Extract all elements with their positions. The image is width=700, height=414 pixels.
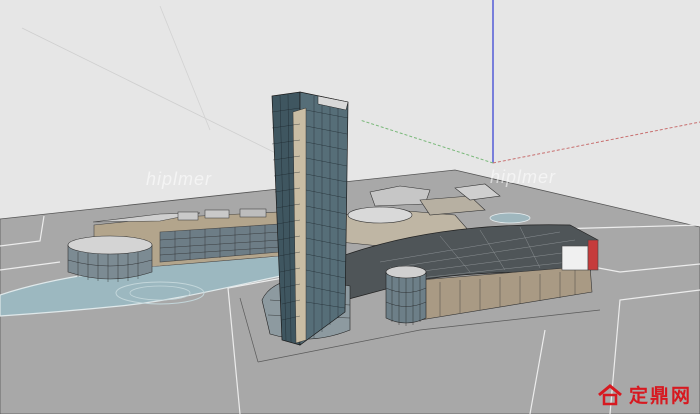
brand-name: 定鼎网 bbox=[628, 385, 692, 407]
watermark-text: hiplmer bbox=[490, 167, 557, 187]
billboard-panel bbox=[561, 245, 589, 271]
signage-panel bbox=[587, 239, 599, 271]
watermark-text: hiplmer bbox=[146, 169, 213, 189]
house-logo-icon bbox=[598, 383, 622, 405]
glass-cylinder-building bbox=[385, 265, 427, 326]
left-rotunda-building bbox=[67, 235, 153, 282]
sketchup-viewport[interactable]: hiplmer hiplmer 定鼎网 bbox=[0, 0, 700, 414]
high-rise-tower bbox=[271, 91, 349, 346]
brand-watermark: 定鼎网 bbox=[597, 381, 692, 408]
3d-model-scene[interactable] bbox=[0, 0, 700, 414]
